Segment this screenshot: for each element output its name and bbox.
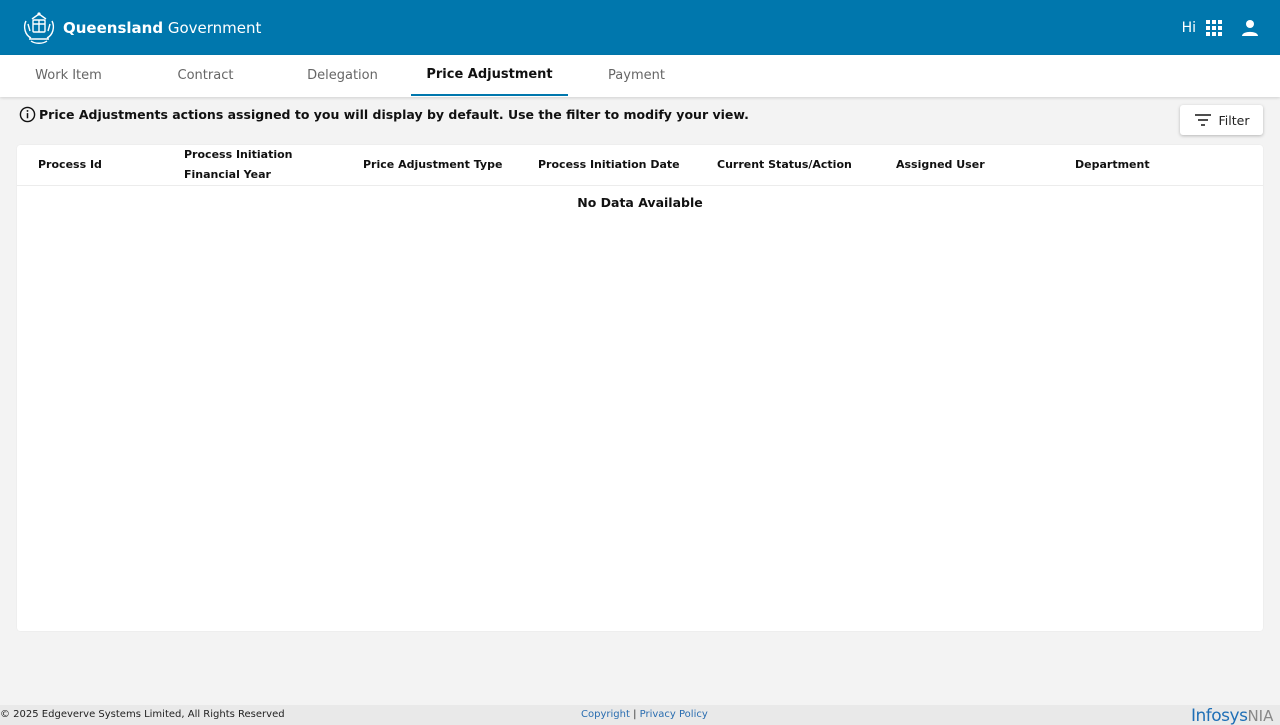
column-header-price-adjustment-type[interactable]: Price Adjustment Type: [363, 155, 502, 175]
filter-button[interactable]: Filter: [1180, 105, 1263, 135]
brand-title-bold: Queensland: [63, 19, 164, 37]
column-header-department[interactable]: Department: [1075, 155, 1150, 175]
greeting-text: Hi: [1181, 20, 1196, 36]
brand-title: Queensland Government: [63, 19, 261, 37]
header-actions: Hi: [1182, 16, 1260, 40]
person-icon[interactable]: [1240, 18, 1260, 38]
column-header-assigned-user[interactable]: Assigned User: [896, 155, 985, 175]
grid-apps-icon[interactable]: [1206, 20, 1222, 36]
filter-button-label: Filter: [1218, 112, 1250, 128]
brand-title-light: Government: [167, 19, 262, 37]
page-footer: © 2025 Edgeverve Systems Limited, All Ri…: [0, 705, 1280, 725]
info-circle-icon: [19, 106, 36, 123]
tab-payment[interactable]: Payment: [568, 55, 705, 96]
nia-logo-text: NIA: [1247, 707, 1274, 725]
no-data-message: No Data Available: [577, 195, 703, 210]
nav-tabs: Work Item Contract Delegation Price Adju…: [0, 55, 1280, 97]
infosys-logo-text: Infosys: [1191, 706, 1248, 725]
tab-contract[interactable]: Contract: [137, 55, 274, 96]
queensland-crest-icon: [23, 12, 55, 44]
footer-separator: |: [633, 709, 637, 720]
tab-delegation[interactable]: Delegation: [274, 55, 411, 96]
copyright-link[interactable]: Copyright: [581, 709, 630, 720]
column-header-line: Financial Year: [184, 168, 271, 181]
copyright-text: © 2025 Edgeverve Systems Limited, All Ri…: [0, 709, 285, 720]
privacy-policy-link[interactable]: Privacy Policy: [640, 709, 708, 720]
infosys-nia-logo: InfosysNIA: [1191, 706, 1273, 725]
brand-logo[interactable]: Queensland Government: [20, 10, 261, 46]
top-header: Queensland Government Hi: [0, 0, 1280, 55]
column-header-process-initiation-fy[interactable]: Process Initiation Financial Year: [184, 145, 293, 185]
column-header-current-status[interactable]: Current Status/Action: [717, 155, 852, 175]
table-header: Process Id Process Initiation Financial Y…: [17, 145, 1263, 186]
footer-links: Copyright | Privacy Policy: [581, 709, 708, 720]
results-table: Process Id Process Initiation Financial Y…: [17, 145, 1263, 631]
tab-price-adjustment[interactable]: Price Adjustment: [411, 55, 568, 96]
info-message: Price Adjustments actions assigned to yo…: [39, 107, 749, 122]
info-banner: Price Adjustments actions assigned to yo…: [19, 106, 749, 123]
column-header-line: Process Initiation: [184, 148, 293, 161]
filter-lines-icon: [1194, 114, 1211, 126]
column-header-process-initiation-date[interactable]: Process Initiation Date: [538, 155, 680, 175]
tab-work-item[interactable]: Work Item: [0, 55, 137, 96]
column-header-process-id[interactable]: Process Id: [38, 155, 102, 175]
